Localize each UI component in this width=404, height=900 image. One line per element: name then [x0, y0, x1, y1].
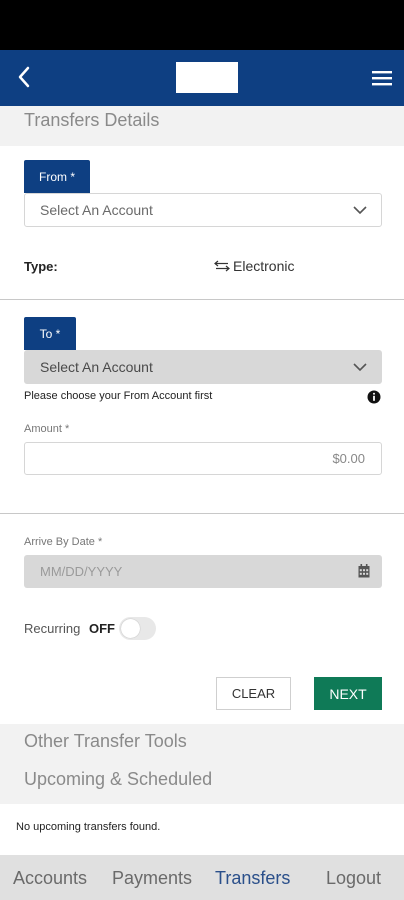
upcoming-scheduled-link[interactable]: Upcoming & Scheduled	[24, 769, 212, 790]
arrive-by-date-label: Arrive By Date *	[24, 536, 103, 548]
toggle-knob	[121, 619, 140, 638]
bottom-nav: Accounts Payments Transfers Logout	[0, 855, 404, 900]
app-header	[0, 50, 404, 106]
chevron-down-icon	[353, 363, 367, 372]
bank-logo	[176, 62, 238, 93]
type-label: Type:	[24, 259, 58, 274]
divider	[0, 299, 404, 300]
recurring-label: Recurring	[24, 621, 81, 636]
amount-label: Amount *	[24, 423, 70, 435]
arrive-by-date-input[interactable]: MM/DD/YYYY	[24, 555, 382, 588]
to-account-placeholder: Select An Account	[40, 359, 153, 375]
chevron-left-icon	[18, 66, 30, 88]
divider	[0, 513, 404, 514]
page-title: Transfers Details	[24, 110, 160, 130]
from-label: From *	[24, 160, 90, 193]
date-placeholder: MM/DD/YYYY	[40, 564, 123, 579]
no-upcoming-transfers-text: No upcoming transfers found.	[16, 821, 161, 833]
to-account-select[interactable]: Select An Account	[24, 350, 382, 384]
clear-button[interactable]: CLEAR	[216, 677, 291, 710]
to-account-help-text: Please choose your From Account first	[24, 390, 213, 402]
nav-item-payments[interactable]: Payments	[112, 868, 192, 889]
from-account-placeholder: Select An Account	[40, 202, 153, 218]
calendar-icon[interactable]	[358, 564, 370, 578]
back-button[interactable]	[10, 62, 38, 92]
from-account-select[interactable]: Select An Account	[24, 193, 382, 227]
type-value-text: Electronic	[233, 258, 295, 274]
hamburger-menu-icon	[372, 71, 392, 86]
amount-input[interactable]: $0.00	[24, 442, 382, 475]
nav-item-logout[interactable]: Logout	[326, 868, 381, 889]
status-bar	[0, 0, 404, 50]
nav-item-accounts[interactable]: Accounts	[13, 868, 87, 889]
type-value: Electronic	[214, 258, 294, 274]
info-icon[interactable]	[367, 390, 381, 404]
menu-button[interactable]	[368, 64, 396, 92]
other-transfer-tools-link[interactable]: Other Transfer Tools	[24, 731, 187, 752]
recurring-toggle[interactable]	[119, 617, 156, 640]
to-label: To *	[24, 317, 76, 350]
chevron-down-icon	[353, 206, 367, 215]
nav-item-transfers[interactable]: Transfers	[215, 868, 290, 889]
recurring-state: OFF	[89, 621, 115, 636]
swap-arrows-icon	[214, 260, 230, 272]
next-button[interactable]: NEXT	[314, 677, 382, 710]
